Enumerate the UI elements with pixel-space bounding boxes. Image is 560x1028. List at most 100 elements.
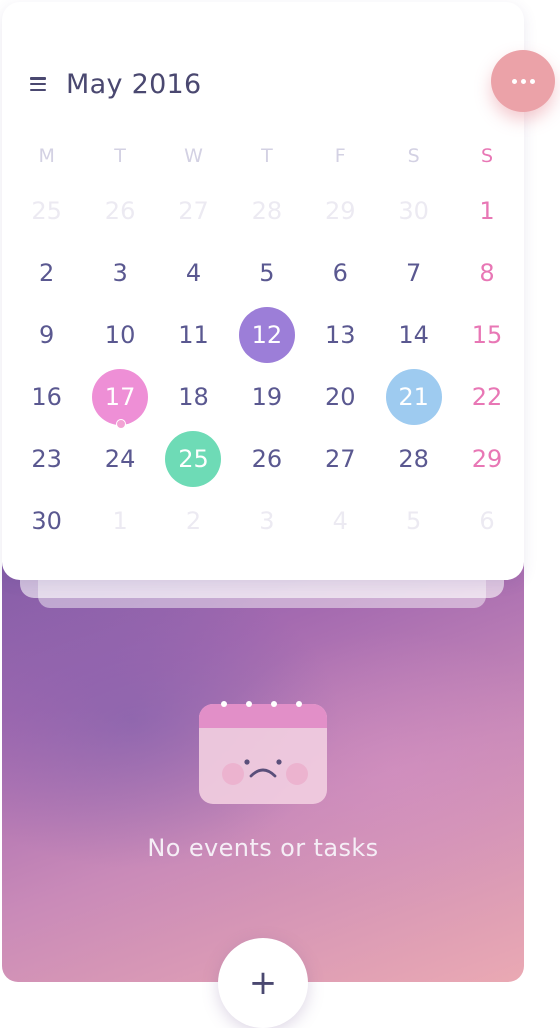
weekday-label: M (38, 145, 55, 167)
day-cell: 18 (157, 369, 230, 425)
day-cell: 6 (450, 493, 523, 549)
day-number[interactable]: 28 (386, 431, 442, 487)
day-number[interactable]: 2 (19, 245, 75, 301)
weekday-cell: T (230, 145, 303, 167)
day-cell: 23 (10, 431, 83, 487)
weekday-header-row: MTWTFSS (10, 132, 524, 180)
day-cell: 17 (83, 369, 156, 429)
day-cell: 6 (304, 245, 377, 301)
day-number[interactable]: 9 (19, 307, 75, 363)
day-number[interactable]: 27 (312, 431, 368, 487)
day-number[interactable]: 27 (165, 183, 221, 239)
day-number[interactable]: 18 (165, 369, 221, 425)
day-marked[interactable]: 21 (385, 369, 442, 425)
day-number[interactable]: 20 (312, 369, 368, 425)
day-cell: 3 (230, 493, 303, 549)
day-number[interactable]: 19 (239, 369, 295, 425)
weekday-label: W (184, 145, 203, 167)
day-number[interactable]: 26 (239, 431, 295, 487)
day-cell: 29 (304, 183, 377, 239)
day-cell: 3 (83, 245, 156, 301)
day-cell: 30 (10, 493, 83, 549)
day-number[interactable]: 3 (239, 493, 295, 549)
day-cell: 12 (230, 307, 303, 363)
day-number[interactable]: 10 (92, 307, 148, 363)
day-cell: 11 (157, 307, 230, 363)
day-number[interactable]: 22 (459, 369, 515, 425)
weekday-label: T (261, 145, 273, 167)
day-number[interactable]: 29 (459, 431, 515, 487)
day-selected[interactable]: 12 (238, 307, 295, 363)
day-number[interactable]: 13 (312, 307, 368, 363)
day-cell: 16 (10, 369, 83, 425)
day-cell: 4 (157, 245, 230, 301)
calendar-app: May 2016 MTWTFSS 25 26 27 28 29 30 1 2 3 4 5 6 7 8 9 10… (0, 0, 560, 1028)
weekday-cell: S (377, 145, 450, 167)
day-number[interactable]: 1 (92, 493, 148, 549)
day-number[interactable]: 6 (312, 245, 368, 301)
day-number[interactable]: 5 (239, 245, 295, 301)
day-number[interactable]: 30 (386, 183, 442, 239)
day-marked[interactable]: 25 (165, 431, 222, 487)
week-row: 2345678 (10, 242, 524, 304)
day-number[interactable]: 14 (386, 307, 442, 363)
day-number[interactable]: 23 (19, 431, 75, 487)
day-number[interactable]: 29 (312, 183, 368, 239)
weekday-label: F (334, 145, 346, 167)
weeks-container: 25 26 27 28 29 30 1 2 3 4 5 6 7 8 9 10 11 12 13 14 15 16 17 18 1… (10, 180, 524, 552)
day-cell: 7 (377, 245, 450, 301)
day-cell: 26 (230, 431, 303, 487)
day-number[interactable]: 4 (165, 245, 221, 301)
day-number[interactable]: 2 (165, 493, 221, 549)
day-number[interactable]: 8 (459, 245, 515, 301)
plus-icon: + (248, 963, 278, 1003)
empty-state: No events or tasks (2, 700, 524, 862)
day-number[interactable]: 30 (19, 493, 75, 549)
day-number[interactable]: 7 (386, 245, 442, 301)
day-number[interactable]: 3 (92, 245, 148, 301)
day-cell: 1 (83, 493, 156, 549)
day-cell: 24 (83, 431, 156, 487)
day-cell: 28 (377, 431, 450, 487)
day-number[interactable]: 28 (239, 183, 295, 239)
week-row: 23 24 25 26 27 28 29 (10, 428, 524, 490)
day-cell: 22 (450, 369, 523, 425)
more-options-button[interactable] (491, 50, 555, 112)
day-number[interactable]: 5 (386, 493, 442, 549)
day-cell: 20 (304, 369, 377, 425)
hamburger-menu-icon[interactable] (30, 77, 46, 91)
day-number[interactable]: 26 (92, 183, 148, 239)
weekday-cell: F (304, 145, 377, 167)
day-number[interactable]: 4 (312, 493, 368, 549)
more-dots-icon (511, 78, 535, 84)
day-number[interactable]: 6 (459, 493, 515, 549)
calendar-header: May 2016 (30, 64, 202, 104)
day-cell: 2 (157, 493, 230, 549)
day-today[interactable]: 17 (92, 369, 149, 429)
calendar-grid: MTWTFSS 25 26 27 28 29 30 1 2 3 4 5 6 7 8 9 10 11 12 13 14 1… (10, 132, 524, 552)
day-cell: 1 (450, 183, 523, 239)
day-number[interactable]: 15 (459, 307, 515, 363)
day-cell: 2 (10, 245, 83, 301)
weekday-cell: W (157, 145, 230, 167)
day-number[interactable]: 24 (92, 431, 148, 487)
day-cell: 5 (230, 245, 303, 301)
calendar-card: May 2016 MTWTFSS 25 26 27 28 29 30 1 2 3 4 5 6 7 8 9 10… (2, 2, 524, 580)
week-row: 16 17 18 19 20 21 22 (10, 366, 524, 429)
month-title: May 2016 (66, 68, 202, 100)
day-number[interactable]: 16 (19, 369, 75, 425)
day-cell: 25 (10, 183, 83, 239)
add-event-button[interactable]: + (218, 938, 308, 1028)
day-number[interactable]: 11 (165, 307, 221, 363)
day-cell: 13 (304, 307, 377, 363)
day-cell: 15 (450, 307, 523, 363)
day-number[interactable]: 1 (459, 183, 515, 239)
day-cell: 9 (10, 307, 83, 363)
day-cell: 29 (450, 431, 523, 487)
weekday-cell: T (83, 145, 156, 167)
empty-state-message: No events or tasks (147, 834, 379, 862)
day-cell: 26 (83, 183, 156, 239)
day-number[interactable]: 25 (19, 183, 75, 239)
week-row: 9 10 11 12 13 14 15 (10, 304, 524, 366)
weekday-label: S (407, 145, 420, 167)
